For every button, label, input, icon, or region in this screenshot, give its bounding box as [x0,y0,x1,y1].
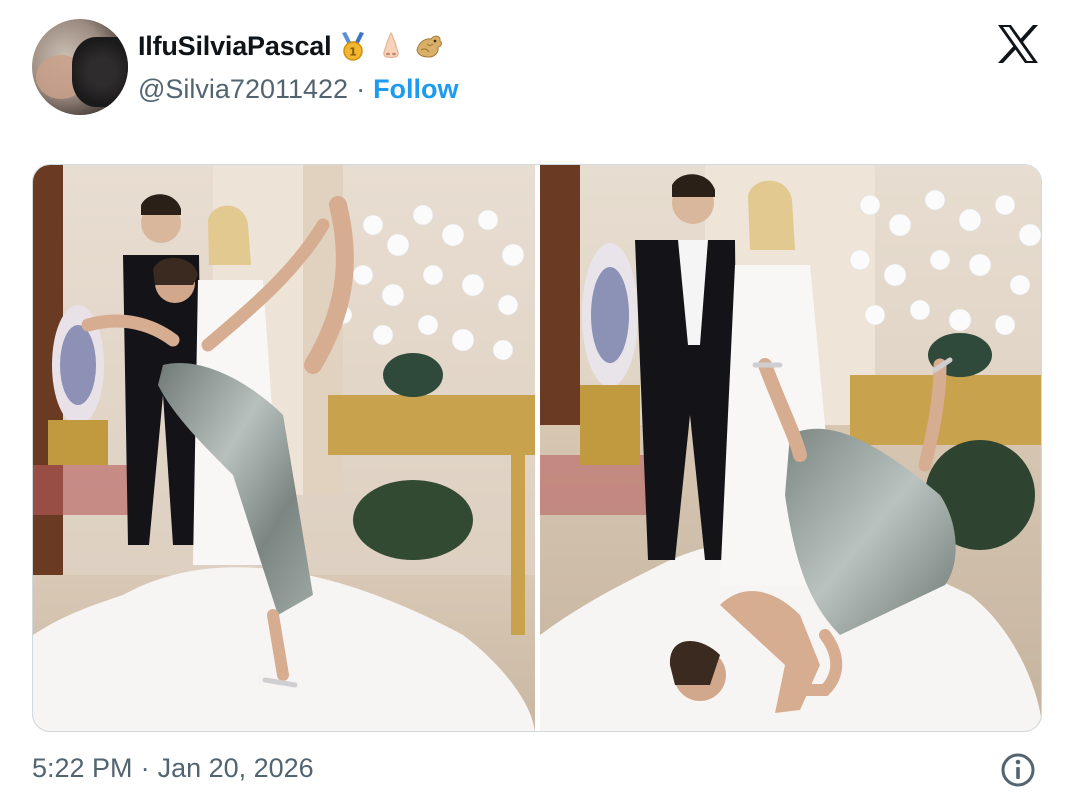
wedding-photo-right[interactable] [540,165,1041,731]
wedding-photo-left[interactable] [33,165,535,731]
medal-icon: 1 [337,30,369,62]
tweet-media-grid [32,164,1042,732]
avatar-dress-shape [72,37,128,107]
timestamp-separator: · [140,753,150,783]
author-handle-row: @Silvia72011422 · Follow [138,72,459,106]
nose-icon [375,30,407,62]
avatar[interactable] [32,19,128,115]
separator-dot: · [356,73,366,104]
dragon-icon [413,30,445,62]
tweet-timestamp[interactable]: 5:22 PM · Jan 20, 2026 [32,753,314,784]
tweet-header: IlfuSilviaPascal 1 @Silvia72011422 · Fol… [0,0,1070,130]
info-icon[interactable] [1000,752,1036,788]
author-handle[interactable]: @Silvia72011422 [138,74,348,105]
timestamp-date: Jan 20, 2026 [157,753,314,783]
x-logo-icon[interactable] [996,24,1040,64]
author-display-name[interactable]: IlfuSilviaPascal [138,31,332,62]
author-name-row: IlfuSilviaPascal 1 [138,30,445,62]
svg-text:1: 1 [350,46,358,59]
follow-button[interactable]: Follow [373,74,458,105]
timestamp-time: 5:22 PM [32,753,133,783]
